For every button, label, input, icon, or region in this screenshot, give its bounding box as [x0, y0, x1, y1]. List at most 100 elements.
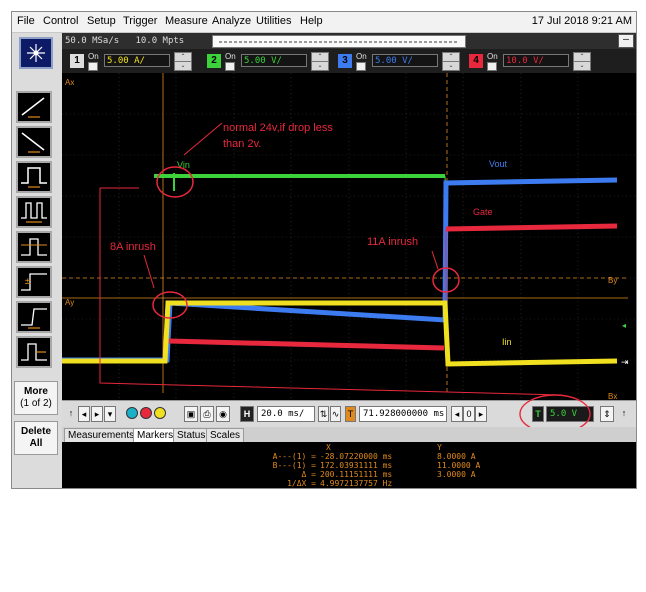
channel-1-number[interactable]: 1 [70, 54, 84, 68]
channel-1-on-label: On [88, 52, 99, 61]
scroll-right-button[interactable]: ▸ [91, 406, 103, 422]
delete-all-button[interactable]: Delete All [14, 421, 58, 455]
scope-logo-icon[interactable] [19, 37, 53, 69]
channel-4-on-checkbox[interactable] [487, 62, 497, 71]
svg-text:±: ± [24, 277, 32, 287]
runt-trigger-icon[interactable] [16, 231, 52, 263]
print-icon[interactable]: ⎙ [200, 406, 214, 422]
channel-4-on-label: On [487, 52, 498, 61]
delay-right-button[interactable]: ▸ [475, 406, 487, 422]
delay-left-button[interactable]: ◂ [451, 406, 463, 422]
channel-2-on-label: On [225, 52, 236, 61]
more-page-label: (1 of 2) [20, 398, 52, 409]
tab-markers[interactable]: Markers [133, 428, 178, 442]
channel-1-scale[interactable]: 5.00 A/ [104, 54, 170, 67]
trigger-up-arrow-icon[interactable]: ↑ [618, 406, 630, 422]
marker-by-label: By [608, 276, 617, 285]
timeout-trigger-icon[interactable] [16, 336, 52, 368]
channel-2-scale[interactable]: 5.00 V/ [241, 54, 307, 67]
trigger-level-arrow-icon[interactable]: ⇥ [621, 358, 629, 368]
transition-trigger-icon[interactable] [16, 301, 52, 333]
marker-delta-y: 3.0000 A [437, 470, 476, 479]
channel-4-number[interactable]: 4 [469, 54, 483, 68]
camera-icon[interactable]: ◉ [216, 406, 230, 422]
channel-4-scale-down-button[interactable]: ⌄ [573, 61, 591, 71]
annotation-11a-inrush: 11A inrush [367, 236, 418, 248]
waveform-mode-icon[interactable]: ∿ [330, 406, 341, 422]
marker-delta-x: 200.11151111 ms [320, 470, 393, 479]
rising-edge-trigger-icon[interactable] [16, 91, 52, 123]
channel-3-scale-down-button[interactable]: ⌄ [442, 61, 460, 71]
channel-3-on-checkbox[interactable] [356, 62, 366, 71]
menu-setup[interactable]: Setup [87, 15, 116, 27]
channel-2-number[interactable]: 2 [207, 54, 221, 68]
delay-zero-button[interactable]: 0 [463, 406, 475, 422]
channel-2-on-checkbox[interactable] [225, 62, 235, 71]
channel-4-scale[interactable]: 10.0 V/ [503, 54, 569, 67]
gate-trace-high [445, 223, 618, 232]
menu-file[interactable]: File [17, 15, 35, 27]
marker-inverse-x: 4.9972137757 Hz [320, 479, 393, 488]
marker-a-y: 8.0000 A [437, 452, 476, 461]
marker-b-y: 11.0000 A [437, 461, 481, 470]
menu-help[interactable]: Help [300, 15, 323, 27]
ch2-offset-arrow-icon[interactable]: ◂ [622, 321, 626, 330]
tab-status[interactable]: Status [173, 428, 210, 442]
channel-2-scale-down-button[interactable]: ⌄ [311, 61, 329, 71]
channel-3-scale[interactable]: 5.00 V/ [372, 54, 438, 67]
up-arrow-icon[interactable]: ↑ [65, 406, 77, 422]
menu-measure[interactable]: Measure [165, 15, 208, 27]
menu-trigger[interactable]: Trigger [123, 15, 157, 27]
marker-a-label: A---(1) = [272, 452, 316, 461]
markers-panel: X Y A---(1) = -28.07220000 ms 8.0000 A B… [62, 442, 636, 488]
vout-trace [62, 177, 618, 363]
channel-3-on-label: On [356, 52, 367, 61]
gate-trace-label: Gate [473, 207, 493, 217]
marker-ax-label: Ax [65, 78, 74, 87]
vout-trace-label: Vout [489, 159, 508, 169]
time-scale-field[interactable]: 20.0 ms/ [257, 406, 315, 422]
color-red-button[interactable] [140, 407, 152, 419]
delete-label-line2: All [29, 438, 43, 449]
color-yellow-button[interactable] [154, 407, 166, 419]
marker-delta-label: Δ = [301, 470, 316, 479]
scroll-left-button[interactable]: ◂ [78, 406, 90, 422]
gate-trace-low [168, 338, 445, 351]
sample-rate-readout: 50.0 MSa/s 10.0 Mpts [65, 36, 185, 46]
glitch-trigger-icon[interactable] [16, 196, 52, 228]
iin-trace-label: Iin [502, 337, 512, 347]
panel-tabs: Measurements Markers Status Scales [62, 427, 636, 442]
annotation-8a-pointer [143, 254, 155, 289]
channel-1-on-checkbox[interactable] [88, 62, 98, 71]
waveform-overview[interactable] [212, 35, 466, 48]
channel-1-scale-down-button[interactable]: ⌄ [174, 61, 192, 71]
tab-scales[interactable]: Scales [206, 428, 245, 442]
marker-bx-label: Bx [608, 392, 617, 400]
marker-b-x: 172.03931111 ms [320, 461, 393, 470]
save-icon[interactable]: ▣ [184, 406, 198, 422]
annotation-vin-pointer [183, 122, 223, 156]
menu-analyze[interactable]: Analyze [212, 15, 251, 27]
datetime-display: 17 Jul 2018 9:21 AM [531, 15, 632, 27]
menu-utilities[interactable]: Utilities [256, 15, 291, 27]
horizontal-control-bar: ↑ ◂ ▸ ▾ ▣ ⎙ ◉ H 20.0 ms/ ⇅ ∿ T 71.928000… [62, 394, 636, 434]
scroll-down-button[interactable]: ▾ [104, 406, 116, 422]
waveform-display[interactable]: Ax Ay By Bx Vin Vout Gate Iin ◂ ⇥ normal… [62, 73, 636, 401]
horizontal-delay-field[interactable]: 71.928000000 ms [359, 406, 447, 422]
annotation-normal-line2: than 2v. [223, 138, 261, 150]
menu-control[interactable]: Control [43, 15, 78, 27]
minimize-button[interactable]: – [618, 34, 634, 48]
delay-reference-icon[interactable]: T [345, 406, 356, 422]
markers-col-x-header: X [326, 443, 331, 452]
tab-measurements[interactable]: Measurements [64, 428, 139, 442]
marker-b-label: B---(1) = [272, 461, 316, 470]
markers-col-y-header: Y [437, 443, 442, 452]
channel-3-number[interactable]: 3 [338, 54, 352, 68]
time-scale-adjust-button[interactable]: ⇅ [318, 406, 329, 422]
color-cyan-button[interactable] [126, 407, 138, 419]
pulse-width-trigger-icon[interactable] [16, 161, 52, 193]
more-button[interactable]: More (1 of 2) [14, 381, 58, 415]
falling-edge-trigger-icon[interactable] [16, 126, 52, 158]
setup-hold-trigger-icon[interactable]: ± [16, 266, 52, 298]
grid-lines [62, 73, 636, 400]
